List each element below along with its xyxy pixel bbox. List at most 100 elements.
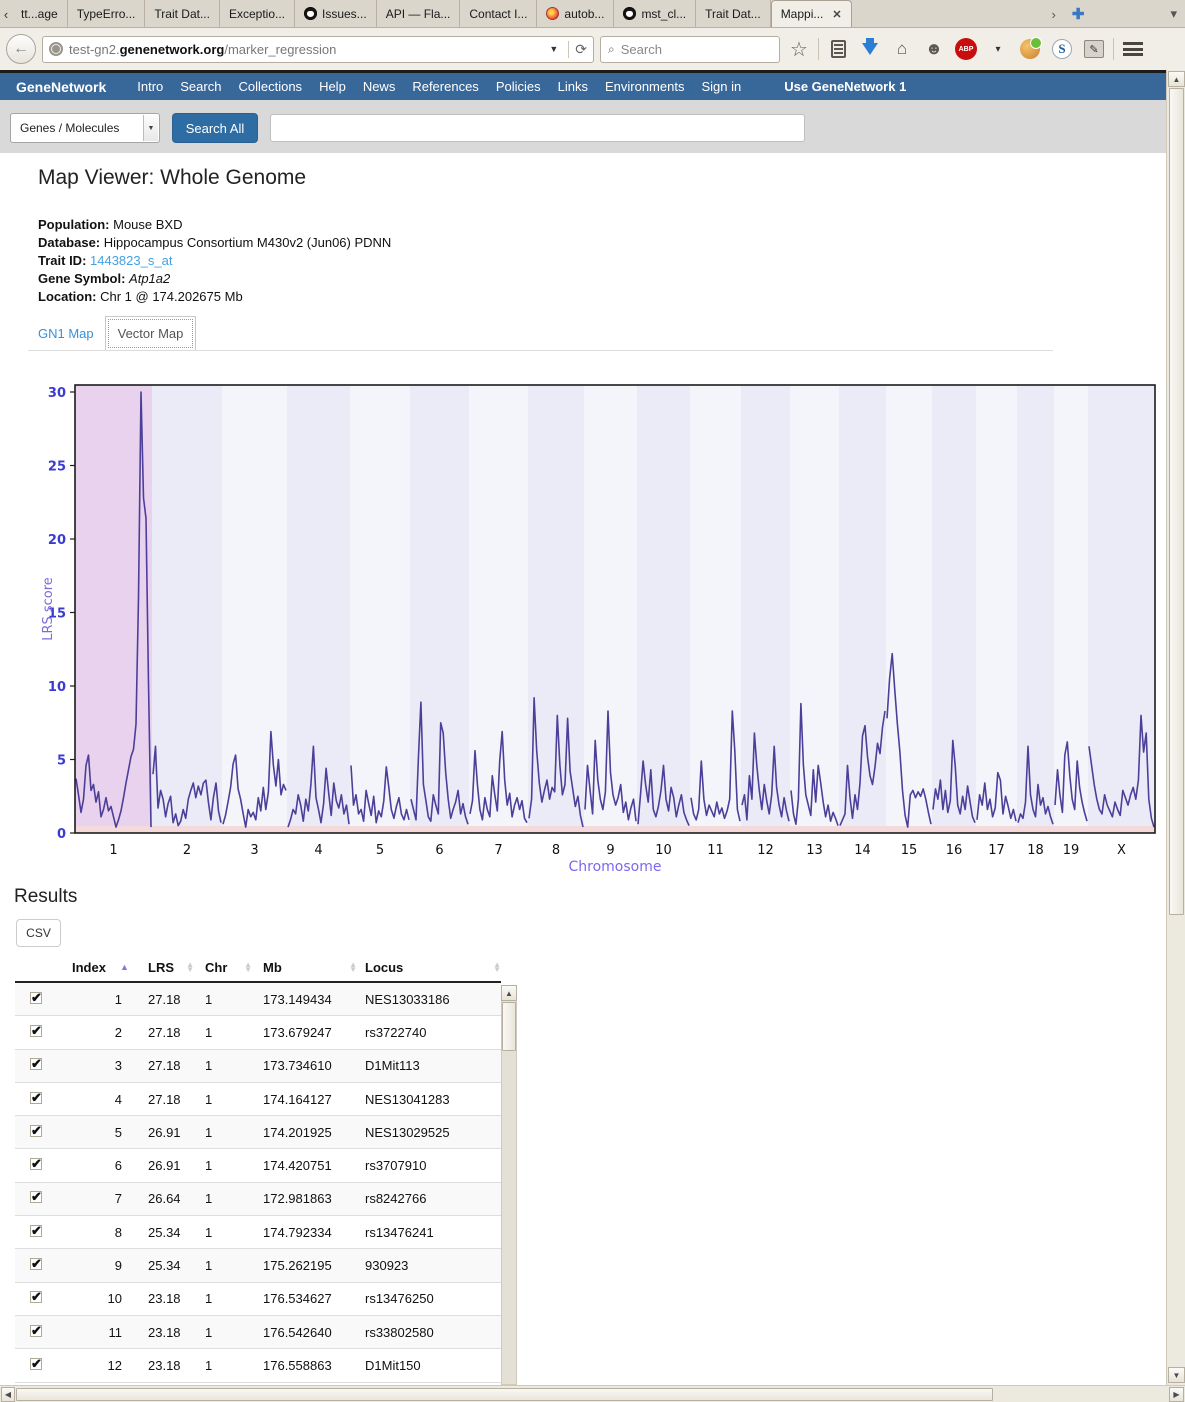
sort-icon[interactable]: ▲▼: [186, 962, 194, 972]
row-checkbox[interactable]: [30, 1125, 42, 1137]
downloads-icon[interactable]: [857, 36, 883, 62]
svg-text:X: X: [1117, 843, 1126, 858]
row-checkbox[interactable]: [30, 1291, 42, 1303]
tab-scroll-left-icon[interactable]: ‹: [0, 1, 12, 27]
row-checkbox[interactable]: [30, 992, 42, 1004]
navbar-item-references[interactable]: References: [412, 79, 478, 94]
column-header-locus[interactable]: Locus▲▼: [365, 960, 501, 975]
row-checkbox[interactable]: [30, 1225, 42, 1237]
back-button[interactable]: ←: [6, 34, 36, 64]
row-checkbox[interactable]: [30, 1092, 42, 1104]
navbar-item-collections[interactable]: Collections: [238, 79, 302, 94]
trait-id-link[interactable]: 1443823_s_at: [90, 253, 172, 268]
row-checkbox[interactable]: [30, 1191, 42, 1203]
reload-icon[interactable]: ⟳: [568, 41, 587, 58]
navbar-item-intro[interactable]: Intro: [137, 79, 163, 94]
scroll-right-icon[interactable]: ▶: [1169, 1387, 1184, 1402]
site-favicon-icon: [546, 7, 559, 20]
table-scrollbar[interactable]: ▲: [501, 985, 517, 1385]
navbar-item-policies[interactable]: Policies: [496, 79, 541, 94]
site-search-input[interactable]: [270, 114, 805, 142]
browser-tab[interactable]: API — Fla...: [377, 0, 461, 27]
navbar-item-sign-in[interactable]: Sign in: [701, 79, 741, 94]
tab-close-icon[interactable]: ✕: [832, 8, 841, 21]
svg-text:15: 15: [901, 843, 918, 858]
new-tab-button[interactable]: ✚: [1064, 1, 1093, 27]
browser-tab[interactable]: TypeErro...: [68, 0, 146, 27]
chat-icon[interactable]: ☻: [921, 36, 947, 62]
sort-icon[interactable]: ▲▼: [349, 962, 357, 972]
select-caret-icon[interactable]: ▼: [143, 115, 158, 141]
cell-lrs: 23.18: [140, 1291, 202, 1306]
cell-lrs: 23.18: [140, 1325, 202, 1340]
browser-tab[interactable]: Issues...: [295, 0, 377, 27]
tab-list-caret-icon[interactable]: ▾: [1162, 1, 1185, 27]
browser-tab[interactable]: mst_cl...: [614, 0, 696, 27]
horizontal-scrollbar-thumb[interactable]: [16, 1388, 993, 1401]
cell-chr: 1: [202, 1225, 260, 1240]
cell-chr: 1: [202, 1191, 260, 1206]
tab-vector-map[interactable]: Vector Map: [105, 316, 196, 351]
site-identity-icon[interactable]: [49, 42, 63, 56]
browser-search-input[interactable]: ⌕ Search: [600, 36, 780, 63]
cell-locus: NES13029525: [365, 1125, 501, 1140]
table-scrollbar-thumb[interactable]: [502, 1002, 516, 1051]
row-checkbox[interactable]: [30, 1258, 42, 1270]
menu-icon[interactable]: [1120, 36, 1146, 62]
row-checkbox[interactable]: [30, 1025, 42, 1037]
genenetwork-brand[interactable]: GeneNetwork: [16, 79, 106, 95]
column-header-lrs[interactable]: LRS▲▼: [140, 960, 202, 975]
row-checkbox-cell: [15, 1358, 70, 1373]
results-table: Index▲ LRS▲▼ Chr▲▼ Mb▲▼ Locus▲▼ 127.1811…: [15, 953, 501, 1383]
svg-text:3: 3: [250, 843, 258, 858]
browser-tab[interactable]: Mappi... ✕: [771, 0, 852, 27]
screenshot-addon-icon[interactable]: ✎: [1081, 36, 1107, 62]
browser-tab[interactable]: autob...: [537, 0, 614, 27]
search-category-select[interactable]: Genes / Molecules ▼: [10, 113, 160, 143]
page-horizontal-scrollbar[interactable]: ◀ ▶: [0, 1385, 1185, 1402]
adblock-caret-icon[interactable]: ▾: [985, 36, 1011, 62]
browser-tab[interactable]: Trait Dat...: [145, 0, 220, 27]
browser-tab[interactable]: Exceptio...: [220, 0, 295, 27]
page-vertical-scrollbar[interactable]: ▲ ▼: [1166, 70, 1185, 1385]
cookie-addon-icon[interactable]: [1017, 36, 1043, 62]
scroll-left-icon[interactable]: ◀: [1, 1387, 15, 1402]
column-header-index[interactable]: Index▲: [70, 960, 140, 975]
tab-label: Mappi...: [781, 7, 824, 21]
toolbar-separator: [818, 38, 819, 60]
skype-addon-icon[interactable]: S: [1049, 36, 1075, 62]
row-checkbox[interactable]: [30, 1058, 42, 1070]
table-scroll-up-icon[interactable]: ▲: [501, 985, 517, 1001]
url-dropdown-icon[interactable]: ▼: [545, 44, 562, 54]
cell-locus: rs3722740: [365, 1025, 501, 1040]
search-all-button[interactable]: Search All: [172, 113, 258, 143]
row-checkbox[interactable]: [30, 1325, 42, 1337]
browser-tab[interactable]: Contact I...: [460, 0, 537, 27]
sort-icon[interactable]: ▲▼: [493, 962, 501, 972]
home-icon[interactable]: ⌂: [889, 36, 915, 62]
vertical-scrollbar-thumb[interactable]: [1169, 88, 1184, 915]
adblock-icon[interactable]: ABP: [953, 36, 979, 62]
navbar-item-environments[interactable]: Environments: [605, 79, 684, 94]
browser-tab[interactable]: Trait Dat...: [696, 0, 771, 27]
browser-tab[interactable]: tt...age: [12, 0, 68, 27]
bookmark-star-icon[interactable]: ☆: [786, 36, 812, 62]
navbar-item-news[interactable]: News: [363, 79, 396, 94]
sort-ascending-icon[interactable]: ▲: [120, 962, 129, 972]
sort-icon[interactable]: ▲▼: [244, 962, 252, 972]
bookmarks-menu-icon[interactable]: [825, 36, 851, 62]
tab-gn1-map[interactable]: GN1 Map: [38, 326, 94, 341]
row-checkbox[interactable]: [30, 1358, 42, 1370]
csv-export-button[interactable]: CSV: [16, 919, 61, 947]
scroll-down-icon[interactable]: ▼: [1168, 1367, 1185, 1383]
navbar-item-links[interactable]: Links: [558, 79, 588, 94]
row-checkbox[interactable]: [30, 1158, 42, 1170]
navbar-item-search[interactable]: Search: [180, 79, 221, 94]
column-header-mb[interactable]: Mb▲▼: [260, 960, 365, 975]
column-header-chr[interactable]: Chr▲▼: [202, 960, 260, 975]
navbar-item-help[interactable]: Help: [319, 79, 346, 94]
scroll-up-icon[interactable]: ▲: [1168, 71, 1185, 87]
url-bar[interactable]: test-gn2.genenetwork.org/marker_regressi…: [42, 36, 594, 63]
tab-scroll-right-icon[interactable]: ›: [1044, 1, 1064, 27]
use-genenetwork1-link[interactable]: Use GeneNetwork 1: [784, 79, 906, 94]
